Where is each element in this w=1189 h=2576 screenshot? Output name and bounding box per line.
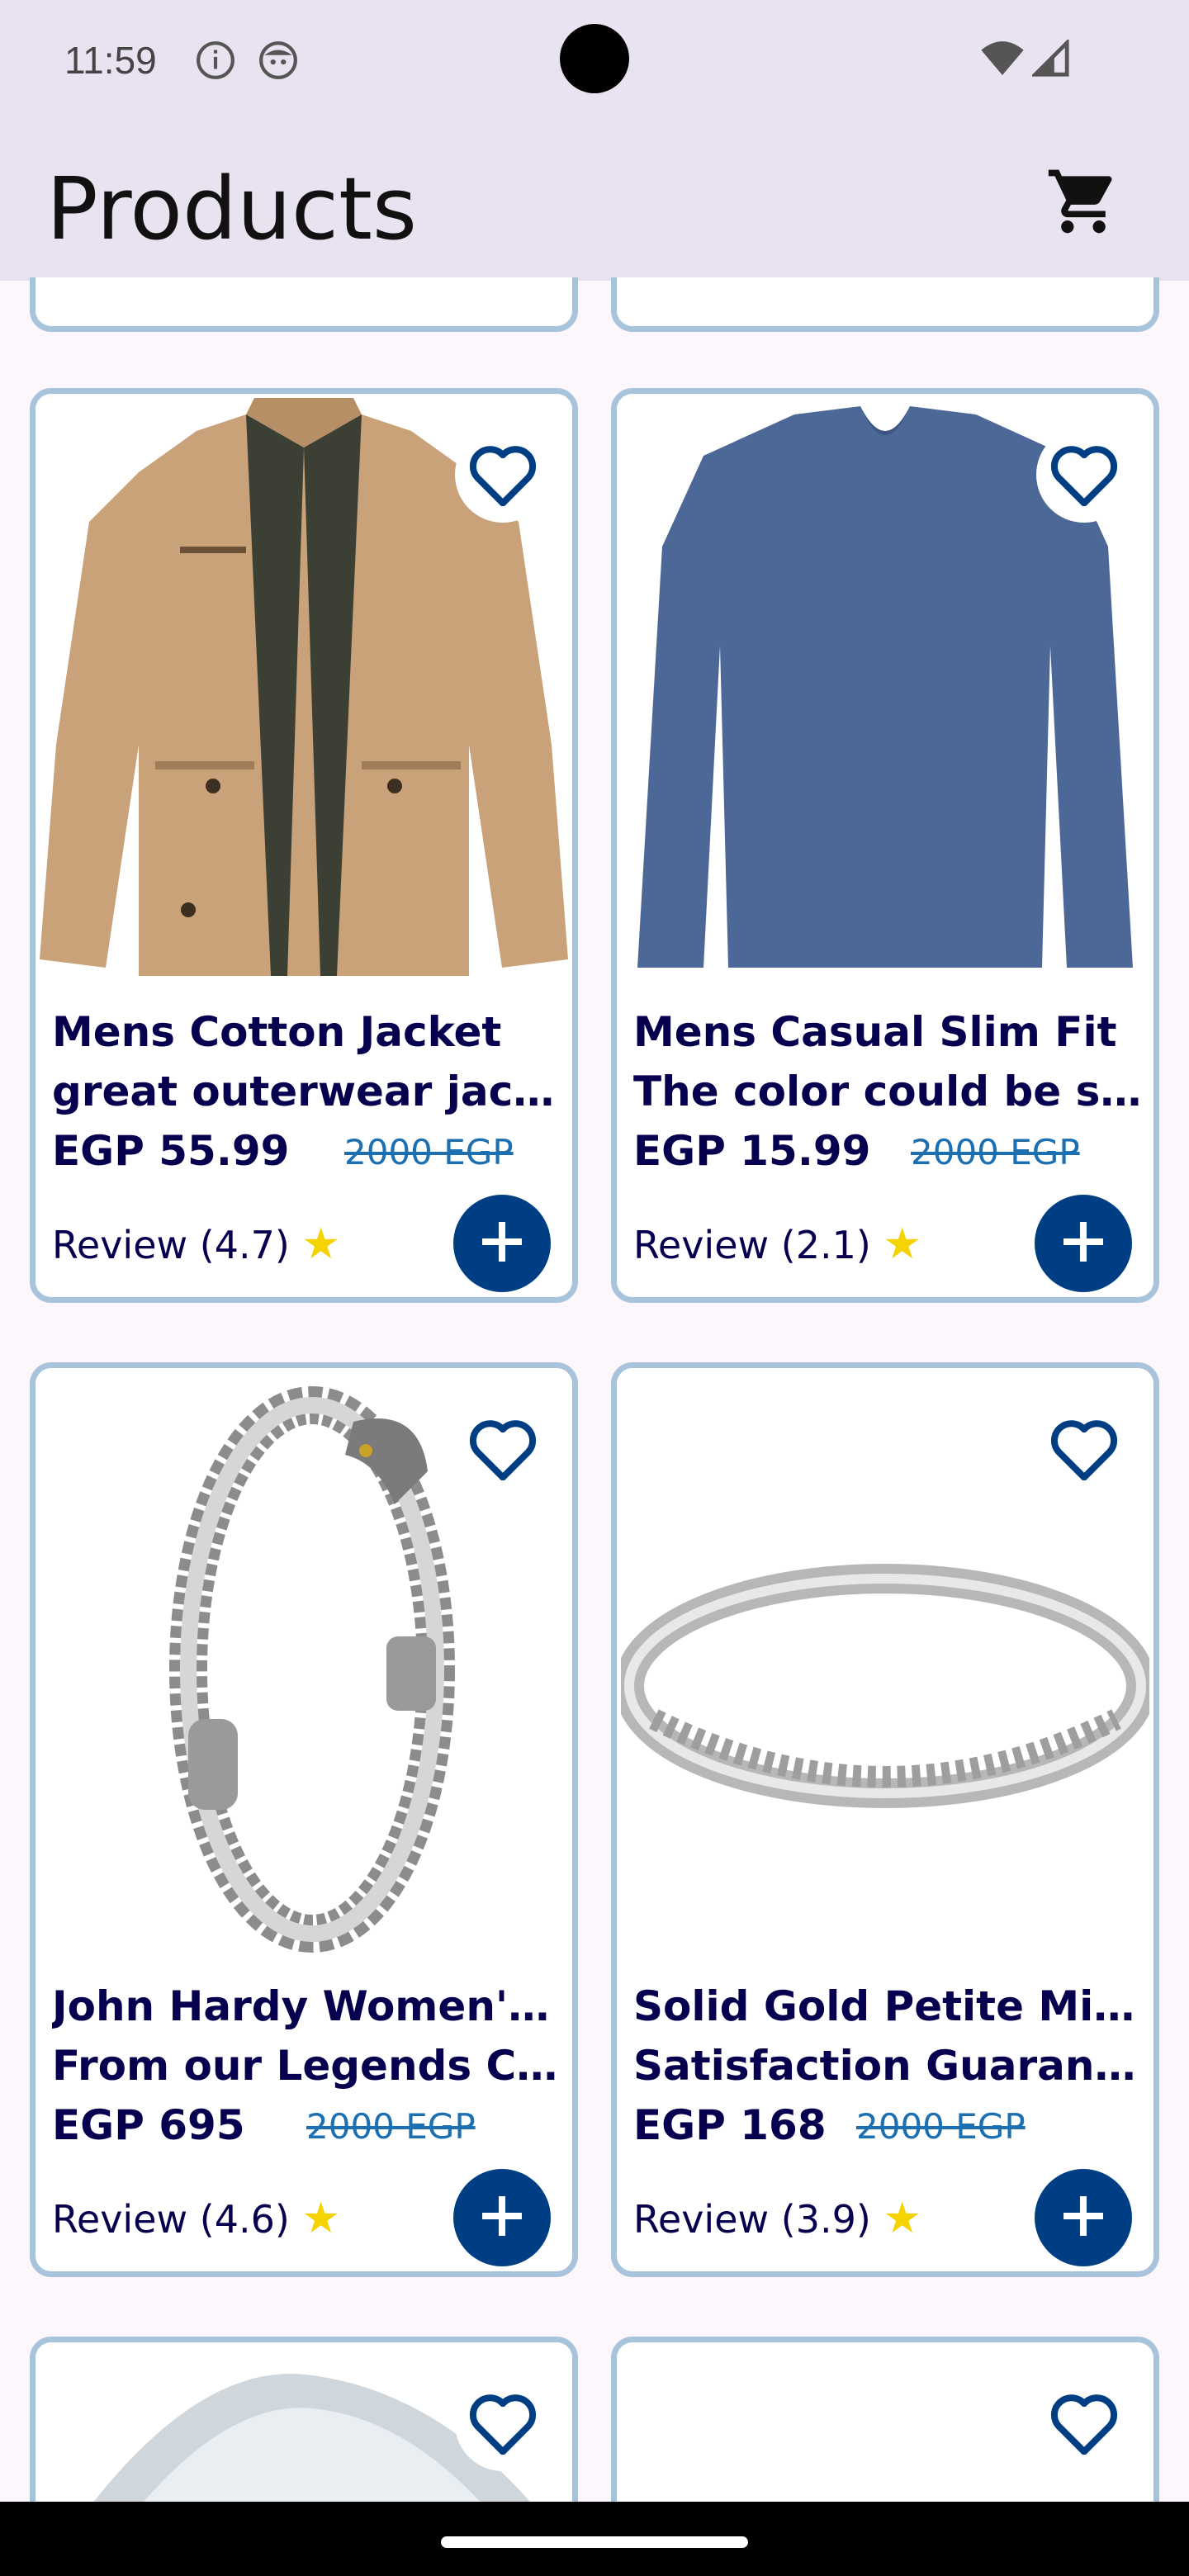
home-gesture-handle[interactable] [441, 2536, 748, 2548]
product-price: EGP 55.99 [52, 1127, 290, 1175]
favorite-button[interactable] [455, 2375, 551, 2471]
plus-icon [1057, 1215, 1110, 1271]
product-title-line2: The color could be sli... [633, 1068, 1145, 1115]
favorite-button[interactable] [455, 1401, 551, 1497]
navigation-bar [0, 2502, 1189, 2576]
favorite-button[interactable] [455, 427, 551, 523]
product-old-price: 2000 EGP [344, 1132, 514, 1172]
product-old-price: 2000 EGP [911, 1132, 1080, 1172]
product-card[interactable]: Mens Cotton Jacket great outerwear jack.… [30, 388, 578, 1303]
heart-outline-icon [1048, 440, 1120, 509]
add-to-cart-button[interactable] [453, 2169, 551, 2266]
product-card-partial[interactable] [611, 2337, 1159, 2502]
cart-icon [1045, 163, 1121, 243]
plus-icon [476, 1215, 528, 1271]
product-card[interactable]: John Hardy Women's ... From our Legends … [30, 1362, 578, 2277]
product-title-line1: Mens Cotton Jacket [52, 1008, 502, 1056]
product-price: EGP 695 [52, 2101, 245, 2149]
info-icon [195, 40, 236, 84]
face-icon [258, 40, 299, 84]
product-price: EGP 168 [633, 2101, 827, 2149]
status-bar: 11:59 [0, 0, 1189, 124]
product-title-line1: Mens Casual Slim Fit [633, 1008, 1117, 1056]
review-label: Review (4.6) [52, 2197, 290, 2242]
product-card-partial[interactable] [611, 277, 1159, 332]
product-title-line2: great outerwear jack... [52, 1068, 564, 1115]
favorite-button[interactable] [1036, 2375, 1132, 2471]
page-title: Products [46, 159, 418, 259]
app-bar: Products [0, 124, 1189, 281]
review-label: Review (2.1) [633, 1223, 871, 1267]
add-to-cart-button[interactable] [1035, 2169, 1132, 2266]
product-old-price: 2000 EGP [306, 2106, 476, 2147]
product-card-partial[interactable] [30, 2337, 578, 2502]
cart-button[interactable] [1042, 162, 1125, 244]
product-price: EGP 15.99 [633, 1127, 871, 1175]
favorite-button[interactable] [1036, 1401, 1132, 1497]
product-review: Review (4.7) ★ [52, 1219, 340, 1269]
review-label: Review (4.7) [52, 1223, 290, 1267]
status-time: 11:59 [64, 39, 157, 82]
star-icon: ★ [883, 2194, 922, 2243]
add-to-cart-button[interactable] [1035, 1195, 1132, 1292]
heart-outline-icon [467, 2389, 539, 2458]
add-to-cart-button[interactable] [453, 1195, 551, 1292]
product-old-price: 2000 EGP [856, 2106, 1026, 2147]
product-card[interactable]: Solid Gold Petite Micr... Satisfaction G… [611, 1362, 1159, 2277]
product-review: Review (3.9) ★ [633, 2194, 921, 2243]
product-title-line1: John Hardy Women's ... [52, 1982, 564, 2030]
product-card-partial[interactable] [30, 277, 578, 332]
review-label: Review (3.9) [633, 2197, 871, 2242]
product-title-line1: Solid Gold Petite Micr... [633, 1982, 1145, 2030]
product-review: Review (2.1) ★ [633, 1219, 921, 1269]
camera-cutout [560, 24, 629, 93]
wifi-icon [979, 38, 1026, 81]
heart-outline-icon [467, 440, 539, 509]
star-icon: ★ [883, 1219, 922, 1269]
star-icon: ★ [301, 2194, 341, 2243]
favorite-button[interactable] [1036, 427, 1132, 523]
heart-outline-icon [467, 1414, 539, 1484]
product-title-line2: Satisfaction Guarant... [633, 2042, 1145, 2090]
product-title-line2: From our Legends Col... [52, 2042, 564, 2090]
plus-icon [1057, 2190, 1110, 2246]
plus-icon [476, 2190, 528, 2246]
star-icon: ★ [301, 1219, 341, 1269]
signal-icon [1030, 38, 1070, 81]
heart-outline-icon [1048, 1414, 1120, 1484]
product-review: Review (4.6) ★ [52, 2194, 340, 2243]
product-card[interactable]: Mens Casual Slim Fit The color could be … [611, 388, 1159, 1303]
heart-outline-icon [1048, 2389, 1120, 2458]
